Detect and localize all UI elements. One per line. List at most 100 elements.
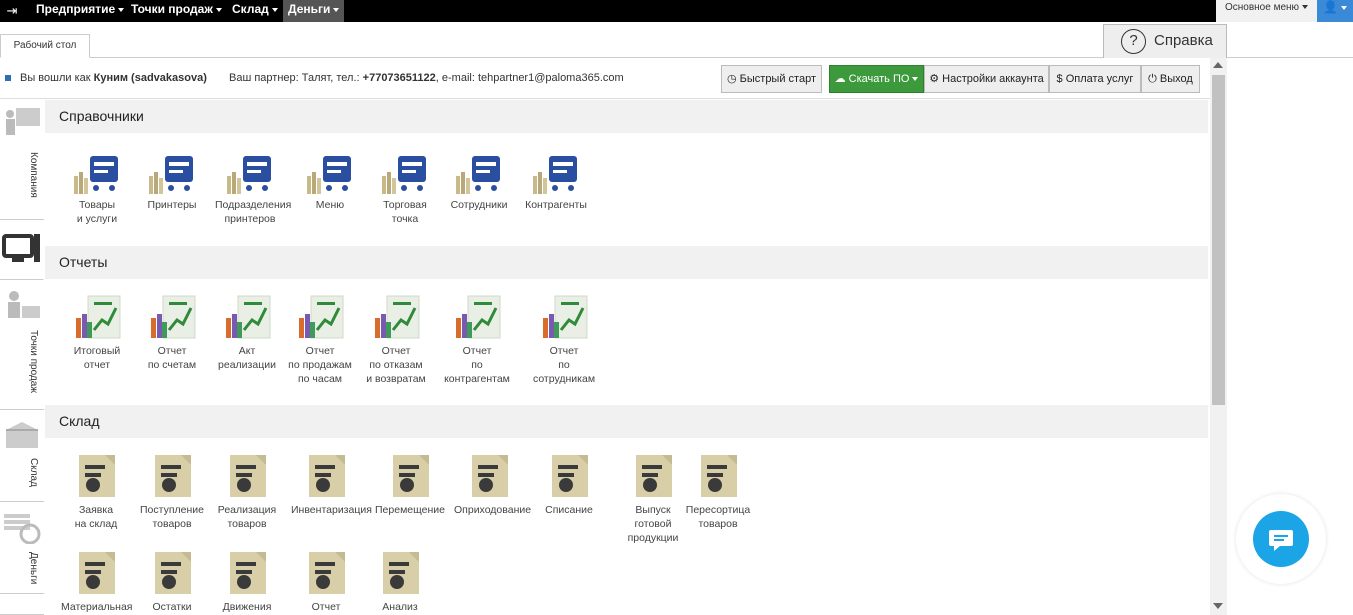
user-icon: 👤 — [1323, 0, 1338, 14]
stock-op-tile[interactable]: Оприходование — [454, 451, 532, 517]
stock-report-label: Отчет — [311, 601, 341, 613]
stock-report-tile[interactable]: Остатки — [137, 548, 207, 614]
report-label: Отчет по счетам — [147, 345, 197, 371]
reference-label: Торговая точка — [383, 199, 427, 225]
menu-sales-points-label: Точки продаж — [131, 2, 213, 16]
box-icon — [6, 422, 38, 448]
report-label: Итоговый отчет — [73, 345, 121, 371]
stock-op-label: Пересортица товаров — [685, 504, 751, 530]
reference-tile[interactable]: Принтеры — [137, 146, 207, 212]
account-settings-label: Настройки аккаунта — [942, 73, 1044, 85]
report-label: Отчет по продажам по часам — [288, 345, 352, 385]
stock-report-label: Материальная — [61, 601, 133, 613]
report-icon — [452, 292, 502, 342]
partner-email: , e-mail: tehpartner1@paloma365.com — [435, 72, 624, 84]
report-icon — [539, 292, 589, 342]
stock-op-tile[interactable]: Списание — [534, 451, 604, 517]
stock-op-label: Оприходование — [454, 504, 532, 516]
reference-tile[interactable]: Подразделения принтеров — [215, 146, 291, 226]
stock-report-tile[interactable]: Материальная — [61, 548, 133, 614]
reference-tile[interactable]: Сотрудники — [444, 146, 514, 212]
sidebar-item-company[interactable]: Компания — [0, 100, 44, 220]
stock-op-icon — [71, 451, 121, 501]
stock-op-tile[interactable]: Поступление товаров — [137, 451, 207, 531]
reference-tile[interactable]: Контрагенты — [521, 146, 591, 212]
scroll-thumb[interactable] — [1212, 75, 1225, 405]
top-navbar: ⇥ Предприятие Точки продаж Склад Деньги … — [0, 0, 1353, 22]
stock-op-tile[interactable]: Заявка на склад — [61, 451, 131, 531]
main-menu-label: Основное меню — [1224, 2, 1300, 13]
status-square-icon — [5, 75, 11, 81]
reference-icon — [225, 146, 275, 196]
stock-report-icon — [375, 548, 425, 598]
report-icon — [147, 292, 197, 342]
report-tile[interactable]: Итоговый отчет — [62, 292, 132, 372]
stock-op-label: Списание — [545, 504, 593, 516]
report-tile[interactable]: Отчет по сотрудникам — [529, 292, 599, 386]
sidebar-item-sales-points[interactable]: Точки продаж — [0, 280, 44, 410]
payment-button[interactable]: $ Оплата услуг — [1049, 65, 1141, 93]
stock-op-tile[interactable]: Реализация товаров — [212, 451, 282, 531]
menu-money-label: Деньги — [288, 2, 331, 16]
quick-start-button[interactable]: ◷ Быстрый старт — [721, 65, 822, 93]
exit-label: Выход — [1159, 73, 1193, 85]
stock-report-icon — [222, 548, 272, 598]
report-icon — [295, 292, 345, 342]
reference-icon — [531, 146, 581, 196]
reference-label: Контрагенты — [525, 199, 587, 211]
sidebar-item-more[interactable] — [0, 594, 44, 615]
exit-button[interactable]: ⏻ Выход — [1141, 65, 1200, 93]
section-refs-title: Справочники — [45, 100, 1208, 133]
account-settings-button[interactable]: ⚙ Настройки аккаунта — [924, 65, 1049, 93]
main-menu-dropdown[interactable]: Основное меню — [1216, 0, 1317, 22]
power-icon: ⏻ — [1148, 73, 1157, 85]
chat-widget[interactable] — [1236, 494, 1326, 584]
stock-op-tile[interactable]: Выпуск готовой продукции — [618, 451, 688, 545]
menu-enterprise[interactable]: Предприятие — [36, 0, 125, 22]
stock-report-label: Движения — [222, 601, 272, 613]
report-tile[interactable]: Отчет по продажам по часам — [285, 292, 355, 386]
scroll-up-arrow[interactable] — [1213, 62, 1223, 68]
stock-op-tile[interactable]: Перемещение — [375, 451, 445, 517]
stock-op-tile[interactable]: Инвентаризация — [291, 451, 372, 517]
download-button[interactable]: ☁ Скачать ПО — [829, 65, 924, 93]
sidebar-item-stock[interactable]: Склад — [0, 410, 44, 502]
menu-sales-points[interactable]: Точки продаж — [131, 0, 222, 22]
tab-desktop[interactable]: Рабочий стол — [0, 34, 90, 58]
stock-op-label: Перемещение — [375, 504, 445, 516]
logout-icon[interactable]: ⇥ — [4, 3, 20, 19]
reference-tile[interactable]: Торговая точка — [370, 146, 440, 226]
stock-report-icon — [147, 548, 197, 598]
menu-money[interactable]: Деньги — [283, 0, 345, 22]
stock-report-tile[interactable]: Движения — [212, 548, 282, 614]
quick-start-label: Быстрый старт — [739, 73, 816, 85]
menu-stock[interactable]: Склад — [232, 0, 278, 22]
user-menu[interactable]: 👤 — [1317, 0, 1353, 22]
stock-report-icon — [71, 548, 121, 598]
sidebar-item-desktop[interactable] — [0, 220, 44, 280]
logged-in-text: Вы вошли как Куним (sadvakasova) — [20, 72, 207, 84]
stock-op-tile[interactable]: Пересортица товаров — [683, 451, 753, 531]
reference-icon — [454, 146, 504, 196]
vertical-scrollbar[interactable] — [1210, 58, 1227, 615]
chat-button[interactable] — [1253, 511, 1309, 567]
partner-text: Ваш партнер: Талят, тел.: +77073651122, … — [229, 72, 624, 84]
stock-report-tile[interactable]: Анализ — [365, 548, 435, 614]
sidebar-item-money[interactable]: Деньги — [0, 502, 44, 594]
logged-prefix: Вы вошли как — [20, 72, 94, 84]
report-tile[interactable]: Отчет по отказам и возвратам — [361, 292, 431, 386]
stock-op-icon — [544, 451, 594, 501]
report-tile[interactable]: Отчет по контрагентам — [442, 292, 512, 386]
help-button[interactable]: ? Справка — [1103, 24, 1227, 58]
gear-icon: ⚙ — [929, 73, 940, 85]
report-tile[interactable]: Отчет по счетам — [137, 292, 207, 372]
desktop-content: Справочники Товары и услуги Принтеры Подра… — [45, 100, 1208, 615]
scroll-down-arrow[interactable] — [1213, 603, 1223, 609]
stock-report-label: Анализ — [382, 601, 418, 613]
reference-tile[interactable]: Меню — [295, 146, 365, 212]
stock-report-icon — [301, 548, 351, 598]
reference-tile[interactable]: Товары и услуги — [62, 146, 132, 226]
stock-report-tile[interactable]: Отчет — [291, 548, 361, 614]
report-tile[interactable]: Акт реализации — [212, 292, 282, 372]
report-label: Отчет по отказам и возвратам — [366, 345, 426, 385]
